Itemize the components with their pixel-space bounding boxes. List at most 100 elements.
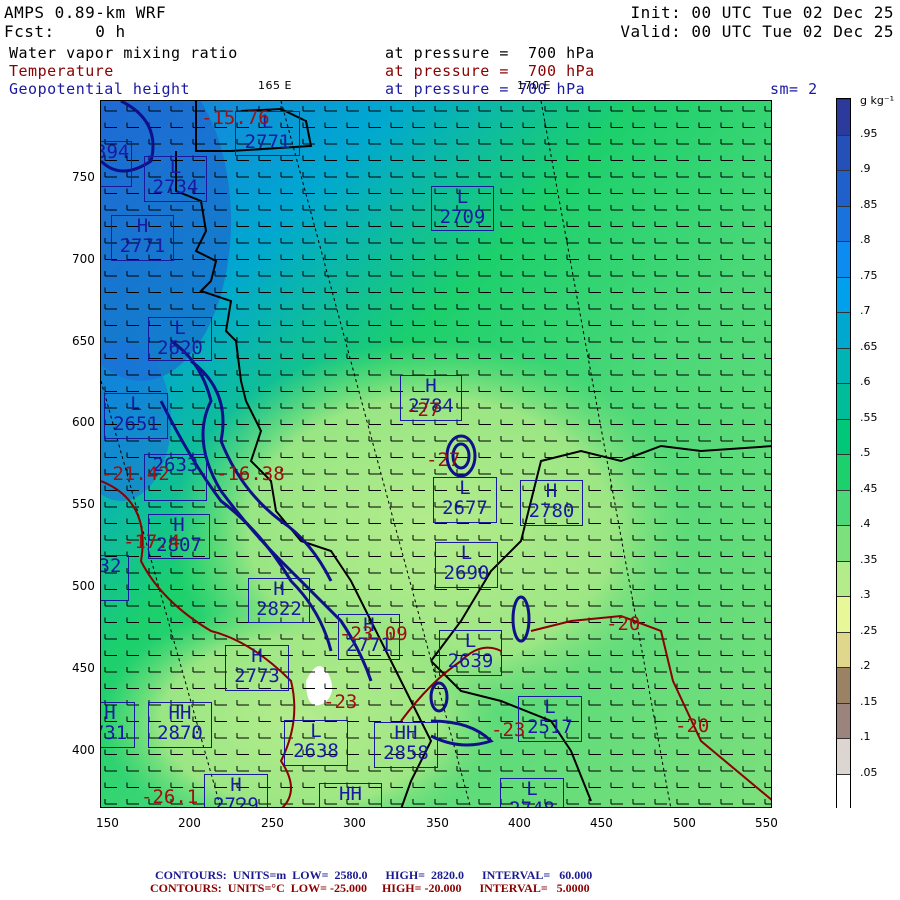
height-value: 2822 [256,598,302,620]
colorbar-bin [837,667,850,703]
colorbar-bin [837,702,850,738]
field-mixing-ratio: Water vapor mixing ratio [9,44,238,62]
init-time: Init: 00 UTC Tue 02 Dec 25 [630,3,894,22]
y-tick: 500 [72,579,95,593]
y-tick: 700 [72,252,95,266]
height-label-box: L 2639 [439,630,502,676]
colorbar-bin [837,170,850,206]
height-label-box: L 2651 [104,393,168,439]
temperature-contour-info: CONTOURS: UNITS=°C LOW= -25.000 HIGH= -2… [150,881,590,895]
y-tick: 650 [72,334,95,348]
center-type: H [251,645,263,667]
colorbar-label: .5 [860,446,871,459]
colorbar-bin [837,596,850,632]
temperature-label: -27 [426,449,461,471]
colorbar [836,98,851,809]
colorbar-bin [837,99,850,135]
colorbar-bin [837,489,850,525]
height-label-box: L 2709 [431,186,494,231]
x-tick: 150 [96,816,119,830]
field-geopotential: Geopotential height [9,80,191,98]
temperature-label: -20 [606,613,641,635]
y-tick: 750 [72,170,95,184]
height-value: 2858 [383,742,429,764]
colorbar-bin [837,134,850,170]
center-type: L [464,630,477,652]
height-label-box: L2748 [500,778,564,807]
colorbar-bin [837,738,850,774]
height-label-box: H 2771 [111,215,174,261]
temperature-label: -17.4 [123,531,181,553]
colorbar-bin [837,383,850,419]
height-label-box: L 2638 [284,720,348,766]
center-type: HH [394,722,418,744]
x-tick: 300 [343,816,366,830]
colorbar-bin [837,560,850,596]
temperature-label: -23 [491,719,526,741]
colorbar-bin [837,205,850,241]
longitude-label-165e: 165 E [258,79,292,92]
field-temperature: Temperature [9,62,114,80]
colorbar-label: .2 [860,659,871,672]
center-type: L [459,477,471,499]
height-label-box: L 2734 [144,156,207,202]
height-value: 2639 [447,650,494,672]
x-tick: 350 [426,816,449,830]
colorbar-label: .8 [860,233,871,246]
height-value: 32 [100,555,122,577]
colorbar-label: .15 [860,694,878,708]
height-value: 2638 [293,740,339,762]
height-label-box: L 2690 [435,542,498,588]
y-tick: 400 [72,743,95,757]
height-value: 2709 [439,206,486,228]
height-value: 731 [101,722,128,744]
field-temperature-level: at pressure = 700 hPa [385,62,595,80]
temperature-label: -27 [406,399,441,421]
height-value: 2734 [152,176,199,198]
height-label-box: H731 [101,702,135,748]
height-value: 2394 [101,141,130,163]
temperature-label: -21.42 [101,463,170,485]
height-value: 2771 [119,235,166,257]
center-type: HH [168,702,192,724]
colorbar-label: .55 [860,410,878,424]
center-type: L [456,186,469,208]
colorbar-bin [837,525,850,561]
colorbar-label: .05 [860,765,878,779]
forecast-hour: Fcst: 0 h [4,22,126,41]
height-label-box: H 2780 [520,480,583,526]
temperature-label: -23.09 [339,623,408,645]
height-value: 2651 [113,413,159,435]
y-tick: 600 [72,415,95,429]
height-value: 2780 [528,500,575,522]
colorbar-bin [837,241,850,277]
colorbar-bin [837,418,850,454]
colorbar-label: .4 [860,517,871,530]
longitude-label-170e: 170 E [517,79,551,92]
height-label-box: H 2822 [248,578,310,623]
smoothing-label: sm= 2 [770,80,818,98]
colorbar-label: .85 [860,197,878,211]
center-type: H [104,702,116,724]
height-value: 2870 [157,722,203,744]
x-tick: 250 [261,816,284,830]
field-geopotential-level: at pressure = 700 hPa [385,80,586,98]
height-value: 2677 [442,497,488,519]
colorbar-label: .3 [860,588,871,601]
height-label-box: 32 [100,555,129,601]
colorbar-bin [837,312,850,348]
map-panel: L2771 L2734 2394 H2771 L2709 L2620 L2651… [100,100,772,808]
colorbar-bin [837,773,850,809]
height-value: 2773 [234,665,280,687]
height-label-box: L 2677 [433,477,497,523]
center-type: H [230,774,242,796]
center-type: L [130,393,142,415]
height-label-box: H 2729 [204,774,268,807]
center-type: H [273,578,285,600]
height-value: 2620 [157,337,203,359]
colorbar-bin [837,454,850,490]
colorbar-label: .1 [860,730,871,743]
height-label-box: HH 2858 [374,722,438,768]
center-type: H [425,375,437,397]
center-type: L [460,542,473,564]
